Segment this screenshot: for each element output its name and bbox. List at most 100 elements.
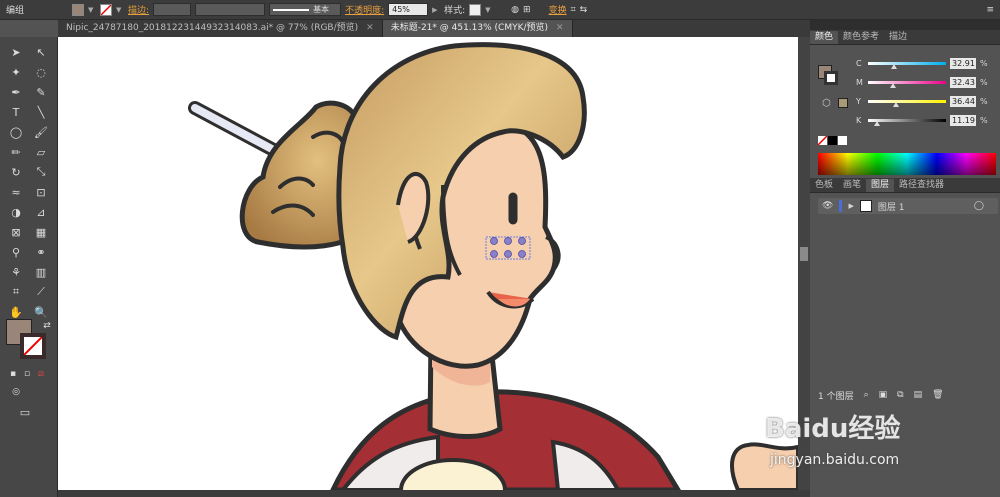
lasso-tool-icon[interactable]: ◌ <box>30 63 52 81</box>
pen-tool-icon[interactable]: ✒ <box>5 83 27 101</box>
none-swatch[interactable] <box>818 136 827 145</box>
paintbrush-tool-icon[interactable]: 🖌 <box>30 123 52 141</box>
isolate-icon[interactable]: ⌗ <box>571 5 576 15</box>
color-panel-stroke-swatch[interactable] <box>824 71 838 85</box>
eraser-tool-icon[interactable]: ▱ <box>30 143 52 161</box>
stroke-swatch[interactable] <box>100 3 113 16</box>
channel-value-input[interactable]: 36.44 <box>950 95 976 107</box>
clipping-mask-icon[interactable]: ▣ <box>879 390 888 400</box>
stroke-link[interactable]: 描边: <box>128 3 149 16</box>
screen-mode-icon[interactable]: ▭ <box>14 403 36 421</box>
chevron-down-icon[interactable]: ▼ <box>116 4 124 16</box>
free-transform-tool-icon[interactable]: ⊡ <box>30 183 52 201</box>
delete-icon[interactable]: 🗑 <box>932 390 943 400</box>
shape-builder-tool-icon[interactable]: ◑ <box>5 203 27 221</box>
variable-width-profile[interactable] <box>195 3 266 16</box>
slider-knob[interactable] <box>890 63 897 69</box>
tab-pathfinder[interactable]: 路径查找器 <box>894 179 949 192</box>
slider-knob[interactable] <box>893 101 900 107</box>
eyedropper-tool-icon[interactable]: ⚲ <box>5 243 27 261</box>
magic-wand-tool-icon[interactable]: ✦ <box>5 63 27 81</box>
tab-brushes[interactable]: 画笔 <box>838 179 866 192</box>
tab-document-1[interactable]: Nipic_24787180_20181223144932314083.ai* … <box>58 20 383 37</box>
arrange-icon[interactable]: ⇆ <box>580 5 588 15</box>
none-mode-icon[interactable]: ⧄ <box>30 365 52 383</box>
channel-value-input[interactable]: 11.19 <box>950 114 976 126</box>
expand-triangle-icon[interactable]: ▶ <box>848 202 853 210</box>
scale-tool-icon[interactable]: ⤡ <box>30 163 52 181</box>
recolor-icon[interactable]: ◍ <box>511 5 519 15</box>
column-graph-tool-icon[interactable]: ▥ <box>30 263 52 281</box>
chevron-down-icon[interactable]: ▼ <box>485 4 493 16</box>
swap-fill-stroke-icon[interactable]: ⇄ <box>36 317 58 335</box>
white-swatch[interactable] <box>838 136 847 145</box>
close-icon[interactable]: ✕ <box>556 23 564 33</box>
baidu-watermark-logo: Baidu经验 <box>765 414 901 444</box>
scroll-thumb[interactable] <box>800 247 808 261</box>
channel-slider[interactable] <box>868 61 946 69</box>
layer-name[interactable]: 图层 1 <box>878 200 905 213</box>
black-swatch[interactable] <box>828 136 837 145</box>
tab-color[interactable]: 颜色 <box>810 31 839 44</box>
tab-color-guide[interactable]: 颜色参考 <box>838 31 884 44</box>
slice-tool-icon[interactable]: ⟋ <box>30 283 52 301</box>
layer-row[interactable]: 👁 ▶ 图层 1 ◯ <box>818 198 998 214</box>
out-of-gamut-swatch[interactable] <box>838 98 848 108</box>
pencil-tool-icon[interactable]: ✏ <box>5 143 27 161</box>
draw-mode-icon[interactable]: ◎ <box>5 383 27 401</box>
chevron-right-icon[interactable]: ▶ <box>432 4 440 16</box>
shirt[interactable] <box>330 389 681 490</box>
selection-tool-icon[interactable]: ➤ <box>5 43 27 61</box>
tab-layers[interactable]: 图层 <box>866 179 895 192</box>
tab-swatches[interactable]: 色板 <box>810 179 838 192</box>
symbol-sprayer-tool-icon[interactable]: ⚘ <box>5 263 27 281</box>
artboard-tool-icon[interactable]: ⌗ <box>5 283 27 301</box>
fill-swatch[interactable] <box>72 3 85 16</box>
align-icon[interactable]: ⊞ <box>523 5 531 15</box>
transform-link[interactable]: 变换 <box>549 3 567 16</box>
new-layer-icon[interactable]: ▤ <box>914 390 923 400</box>
gradient-tool-icon[interactable]: ▦ <box>30 223 52 241</box>
cube-icon: ⬡ <box>822 98 831 109</box>
hair-stick[interactable] <box>188 101 290 162</box>
color-spectrum[interactable] <box>818 153 996 175</box>
tab-document-2[interactable]: 未标题-21* @ 451.13% (CMYK/预览) ✕ <box>382 20 573 37</box>
target-circle-icon[interactable]: ◯ <box>974 201 984 211</box>
ellipse-tool-icon[interactable]: ◯ <box>5 123 27 141</box>
artboard-canvas[interactable] <box>58 37 798 490</box>
channel-row-y[interactable]: Y 36.44% <box>856 95 996 107</box>
new-sublayer-icon[interactable]: ⧉ <box>897 390 903 400</box>
stroke-weight-field[interactable] <box>153 3 192 16</box>
channel-slider[interactable] <box>868 80 946 88</box>
channel-slider[interactable] <box>868 99 946 107</box>
direct-selection-tool-icon[interactable]: ↖ <box>30 43 52 61</box>
opacity-input[interactable]: 45% <box>388 3 429 16</box>
channel-row-m[interactable]: M 32.43% <box>856 76 996 88</box>
channel-value-input[interactable]: 32.91 <box>950 57 976 69</box>
channel-slider[interactable] <box>868 118 946 126</box>
slider-knob[interactable] <box>890 82 897 88</box>
type-tool-icon[interactable]: T <box>5 103 27 121</box>
channel-row-k[interactable]: K 11.19% <box>856 114 996 126</box>
channel-row-c[interactable]: C 32.91% <box>856 57 996 69</box>
chevron-down-icon[interactable]: ▼ <box>88 4 96 16</box>
perspective-grid-tool-icon[interactable]: ⊿ <box>30 203 52 221</box>
rotate-tool-icon[interactable]: ↻ <box>5 163 27 181</box>
stroke-color-box[interactable] <box>20 333 46 359</box>
brush-definition-field[interactable]: 基本 <box>269 3 342 16</box>
eye-icon[interactable]: 👁 <box>822 201 833 211</box>
opacity-link[interactable]: 不透明度: <box>345 3 384 16</box>
close-icon[interactable]: ✕ <box>366 23 374 33</box>
percent-sign: % <box>980 77 988 87</box>
slider-knob[interactable] <box>873 120 880 126</box>
graphic-style-swatch[interactable] <box>469 3 482 16</box>
tab-stroke[interactable]: 描边 <box>884 31 912 44</box>
panel-menu-icon[interactable]: ≡ <box>986 5 994 15</box>
channel-value-input[interactable]: 32.43 <box>950 76 976 88</box>
locate-object-icon[interactable]: ⌕ <box>864 390 869 400</box>
blend-tool-icon[interactable]: ⚭ <box>30 243 52 261</box>
line-tool-icon[interactable]: ╲ <box>30 103 52 121</box>
mesh-tool-icon[interactable]: ⊠ <box>5 223 27 241</box>
warp-tool-icon[interactable]: ≈ <box>5 183 27 201</box>
curvature-tool-icon[interactable]: ✎ <box>30 83 52 101</box>
